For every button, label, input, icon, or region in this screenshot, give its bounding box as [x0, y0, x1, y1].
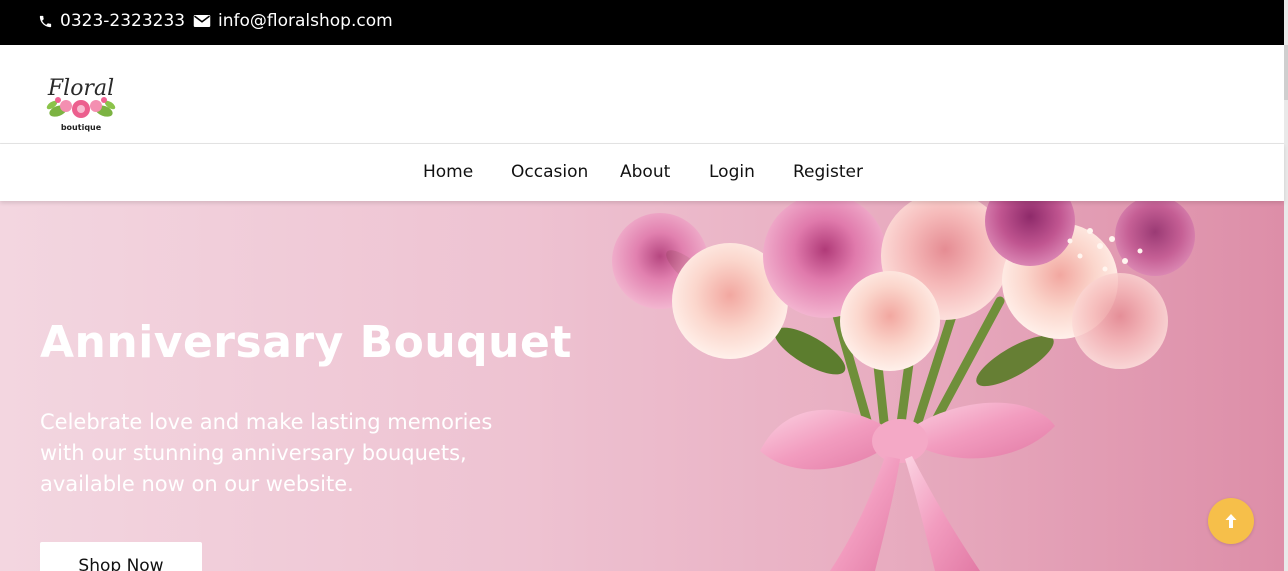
floral-boutique-logo[interactable]: Floral boutique: [38, 73, 124, 137]
phone-number: 0323-2323233: [60, 11, 186, 31]
hero-title: Anniversary Bouquet: [40, 317, 572, 368]
phone-icon: [39, 15, 52, 27]
nav-home[interactable]: Home: [423, 162, 473, 182]
arrow-up-icon: [1225, 514, 1237, 528]
svg-text:boutique: boutique: [61, 123, 102, 132]
header: Floral boutique: [0, 45, 1284, 144]
envelope-icon: [193, 15, 211, 27]
scrollbar-thumb[interactable]: [1284, 45, 1288, 100]
scroll-to-top-button[interactable]: [1208, 498, 1254, 544]
email-address: info@floralshop.com: [218, 11, 393, 31]
hero-banner: Anniversary Bouquet Celebrate love and m…: [0, 201, 1284, 571]
phone-contact[interactable]: 0323-2323233: [38, 11, 185, 31]
shop-now-button[interactable]: Shop Now: [40, 542, 202, 571]
nav-about[interactable]: About: [620, 162, 670, 182]
hero-description: Celebrate love and make lasting memories…: [40, 410, 493, 496]
nav-login[interactable]: Login: [709, 162, 755, 182]
nav-register[interactable]: Register: [793, 162, 863, 182]
nav-occasion[interactable]: Occasion: [511, 162, 588, 182]
email-contact[interactable]: info@floralshop.com: [193, 11, 393, 31]
main-navigation: Home Occasion About Login Register: [0, 144, 1284, 201]
rose-bouquet-image: [612, 201, 1195, 571]
contact-topbar: 0323-2323233 info@floralshop.com: [0, 0, 1284, 45]
